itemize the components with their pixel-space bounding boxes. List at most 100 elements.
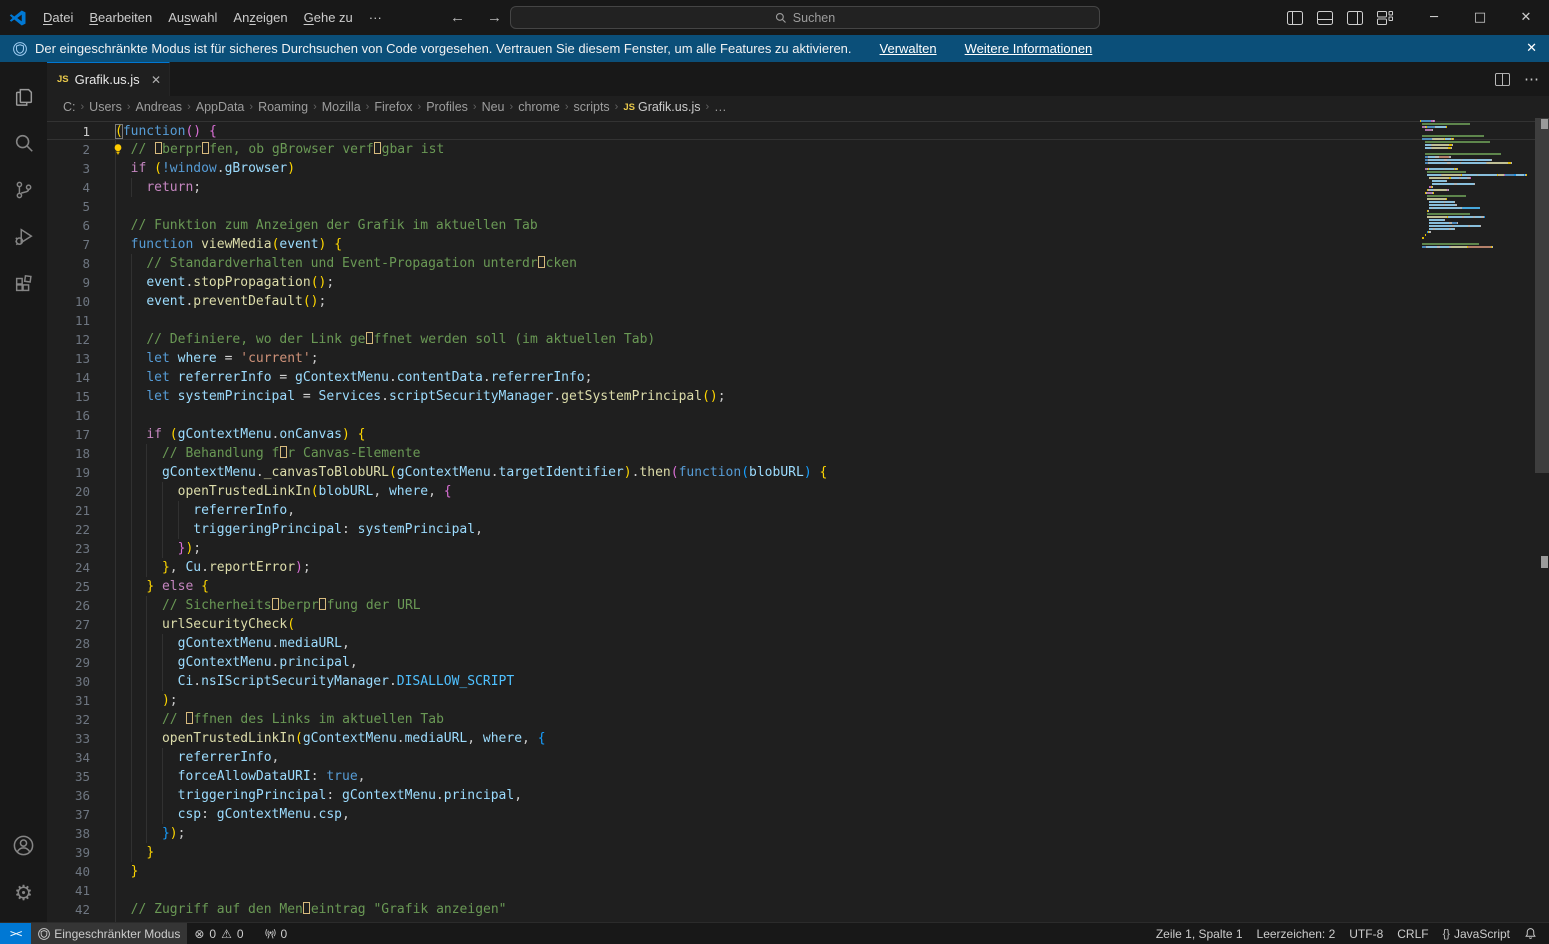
code-line-28[interactable]: 28 gContextMenu.mediaURL, — [47, 634, 1535, 653]
code-line-43[interactable]: 43 let menuItem = document.getElementByI… — [47, 919, 1535, 922]
code-line-27[interactable]: 27 urlSecurityCheck( — [47, 615, 1535, 634]
breadcrumb-item[interactable]: Profiles — [426, 100, 468, 114]
notifications-bell-icon[interactable] — [1517, 923, 1549, 944]
extensions-icon[interactable] — [0, 260, 47, 307]
banner-learn-more-link[interactable]: Weitere Informationen — [965, 41, 1093, 56]
minimap[interactable] — [1420, 120, 1533, 249]
toggle-panel-icon[interactable] — [1317, 11, 1333, 25]
source-control-icon[interactable] — [0, 166, 47, 213]
command-center-search[interactable]: Suchen — [510, 6, 1100, 29]
vertical-scrollbar[interactable] — [1535, 118, 1549, 922]
toggle-primary-sidebar-icon[interactable] — [1287, 11, 1303, 25]
code-line-11[interactable]: 11 — [47, 311, 1535, 330]
eol-status[interactable]: CRLF — [1390, 923, 1435, 944]
code-line-5[interactable]: 5 — [47, 197, 1535, 216]
code-editor[interactable]: 1(function() {2 // berprfen, ob gBrowser… — [47, 118, 1549, 922]
code-line-12[interactable]: 12 // Definiere, wo der Link geffnet wer… — [47, 330, 1535, 349]
maximize-button[interactable]: □ — [1457, 0, 1503, 35]
tab-close-icon[interactable]: ✕ — [151, 73, 161, 87]
code-line-35[interactable]: 35 forceAllowDataURI: true, — [47, 767, 1535, 786]
breadcrumb-item[interactable]: Roaming — [258, 100, 308, 114]
code-line-34[interactable]: 34 referrerInfo, — [47, 748, 1535, 767]
code-line-19[interactable]: 19 gContextMenu._canvasToBlobURL(gContex… — [47, 463, 1535, 482]
code-line-14[interactable]: 14 let referrerInfo = gContextMenu.conte… — [47, 368, 1535, 387]
code-line-16[interactable]: 16 — [47, 406, 1535, 425]
menu-gehe-zu[interactable]: Gehe zu — [296, 6, 361, 29]
code-line-9[interactable]: 9 event.stopPropagation(); — [47, 273, 1535, 292]
close-button[interactable]: ✕ — [1503, 0, 1549, 35]
search-sidebar-icon[interactable] — [0, 119, 47, 166]
minimize-button[interactable]: ─ — [1411, 0, 1457, 35]
code-line-4[interactable]: 4 return; — [47, 178, 1535, 197]
code-line-1[interactable]: 1(function() { — [47, 121, 1535, 140]
code-line-42[interactable]: 42 // Zugriff auf den Meneintrag "Grafik… — [47, 900, 1535, 919]
code-line-26[interactable]: 26 // Sicherheitsberprfung der URL — [47, 596, 1535, 615]
explorer-icon[interactable] — [0, 72, 47, 119]
restricted-mode-status[interactable]: Eingeschränkter Modus — [31, 923, 187, 944]
breadcrumb-item[interactable]: scripts — [574, 100, 610, 114]
code-line-2[interactable]: 2 // berprfen, ob gBrowser verfgbar ist — [47, 140, 1535, 159]
tab-grafik-us-js[interactable]: JS Grafik.us.js ✕ — [47, 62, 170, 96]
code-line-41[interactable]: 41 — [47, 881, 1535, 900]
code-line-21[interactable]: 21 referrerInfo, — [47, 501, 1535, 520]
code-line-10[interactable]: 10 event.preventDefault(); — [47, 292, 1535, 311]
run-debug-icon[interactable] — [0, 213, 47, 260]
code-line-25[interactable]: 25 } else { — [47, 577, 1535, 596]
toggle-secondary-sidebar-icon[interactable] — [1347, 11, 1363, 25]
breadcrumb-item[interactable]: C: — [63, 100, 76, 114]
code-line-39[interactable]: 39 } — [47, 843, 1535, 862]
banner-manage-link[interactable]: Verwalten — [880, 41, 937, 56]
code-line-23[interactable]: 23 }); — [47, 539, 1535, 558]
breadcrumb-item[interactable]: Firefox — [374, 100, 412, 114]
language-mode-status[interactable]: {} JavaScript — [1436, 923, 1517, 944]
code-line-38[interactable]: 38 }); — [47, 824, 1535, 843]
menu-anzeigen[interactable]: Anzeigen — [225, 6, 295, 29]
customize-layout-icon[interactable] — [1377, 11, 1393, 25]
code-line-20[interactable]: 20 openTrustedLinkIn(blobURL, where, { — [47, 482, 1535, 501]
menu-bearbeiten[interactable]: Bearbeiten — [81, 6, 160, 29]
remote-indicator[interactable]: >< — [0, 923, 31, 944]
code-line-7[interactable]: 7 function viewMedia(event) { — [47, 235, 1535, 254]
problems-status[interactable]: ⊗ 0 ⚠ 0 — [187, 923, 250, 944]
code-line-8[interactable]: 8 // Standardverhalten und Event-Propaga… — [47, 254, 1535, 273]
banner-close-icon[interactable]: ✕ — [1526, 41, 1537, 56]
split-editor-icon[interactable] — [1495, 73, 1510, 86]
code-line-33[interactable]: 33 openTrustedLinkIn(gContextMenu.mediaU… — [47, 729, 1535, 748]
nav-back-button[interactable]: ← — [450, 9, 465, 26]
breadcrumb-item[interactable]: chrome — [518, 100, 560, 114]
code-line-29[interactable]: 29 gContextMenu.principal, — [47, 653, 1535, 672]
breadcrumb-item[interactable]: AppData — [196, 100, 245, 114]
settings-gear-icon[interactable]: ⚙ — [0, 869, 47, 916]
menu-auswahl[interactable]: Auswahl — [160, 6, 225, 29]
code-line-18[interactable]: 18 // Behandlung fr Canvas-Elemente — [47, 444, 1535, 463]
code-line-17[interactable]: 17 if (gContextMenu.onCanvas) { — [47, 425, 1535, 444]
cursor-position-status[interactable]: Zeile 1, Spalte 1 — [1149, 923, 1250, 944]
code-line-32[interactable]: 32 // ffnen des Links im aktuellen Tab — [47, 710, 1535, 729]
code-line-36[interactable]: 36 triggeringPrincipal: gContextMenu.pri… — [47, 786, 1535, 805]
code-line-13[interactable]: 13 let where = 'current'; — [47, 349, 1535, 368]
breadcrumb-item[interactable]: Andreas — [136, 100, 183, 114]
ports-status[interactable]: 0 — [257, 923, 295, 944]
editor-more-actions-icon[interactable]: ⋯ — [1524, 70, 1539, 88]
code-line-37[interactable]: 37 csp: gContextMenu.csp, — [47, 805, 1535, 824]
indentation-status[interactable]: Leerzeichen: 2 — [1250, 923, 1343, 944]
menu-more[interactable]: ··· — [361, 6, 390, 29]
code-line-31[interactable]: 31 ); — [47, 691, 1535, 710]
code-line-15[interactable]: 15 let systemPrincipal = Services.script… — [47, 387, 1535, 406]
scrollbar-thumb[interactable] — [1535, 118, 1549, 473]
breadcrumb-file[interactable]: Grafik.us.js — [638, 100, 701, 114]
code-line-6[interactable]: 6 // Funktion zum Anzeigen der Grafik im… — [47, 216, 1535, 235]
encoding-status[interactable]: UTF-8 — [1342, 923, 1390, 944]
nav-forward-button[interactable]: → — [487, 9, 502, 26]
code-line-30[interactable]: 30 Ci.nsIScriptSecurityManager.DISALLOW_… — [47, 672, 1535, 691]
breadcrumb-item[interactable]: Users — [89, 100, 122, 114]
code-line-24[interactable]: 24 }, Cu.reportError); — [47, 558, 1535, 577]
code-line-3[interactable]: 3 if (!window.gBrowser) — [47, 159, 1535, 178]
code-line-22[interactable]: 22 triggeringPrincipal: systemPrincipal, — [47, 520, 1535, 539]
code-line-40[interactable]: 40 } — [47, 862, 1535, 881]
breadcrumb-item[interactable]: Mozilla — [322, 100, 361, 114]
breadcrumb-item[interactable]: Neu — [482, 100, 505, 114]
accounts-icon[interactable] — [0, 822, 47, 869]
breadcrumb-overflow[interactable]: … — [714, 100, 727, 114]
menu-datei[interactable]: Datei — [35, 6, 81, 29]
